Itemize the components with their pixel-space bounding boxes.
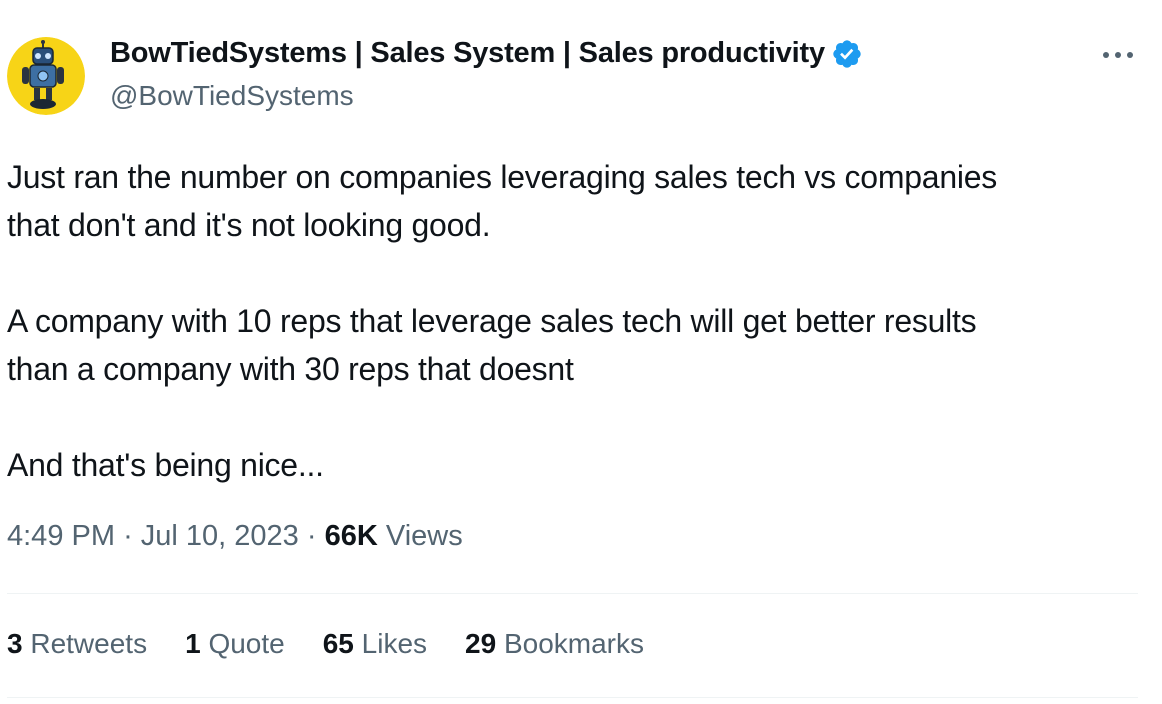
bookmarks-count: 29	[465, 628, 497, 659]
tweet-text-line: A company with 10 reps that leverage sal…	[7, 303, 977, 339]
tweet-text-line: than a company with 30 reps that doesnt	[7, 351, 574, 387]
verified-badge-icon[interactable]	[831, 38, 863, 70]
tweet-text: Just ran the number on companies leverag…	[7, 153, 1147, 489]
divider	[7, 697, 1138, 698]
views-count: 66K	[324, 520, 378, 552]
bookmarks-label: Bookmarks	[503, 628, 645, 659]
author-name[interactable]: BowTiedSystems | Sales System | Sales pr…	[110, 37, 825, 70]
likes-count: 65	[322, 628, 354, 659]
likes-stat[interactable]: 65 Likes	[323, 628, 427, 660]
more-horizontal-icon	[1103, 52, 1133, 58]
tweet-time[interactable]: 4:49 PM	[7, 520, 115, 552]
retweets-label: Retweets	[30, 628, 148, 659]
tweet-text-line: And that's being nice...	[7, 447, 324, 483]
robot-avatar-icon	[7, 37, 85, 115]
quotes-label: Quote	[208, 628, 285, 659]
tweet-meta: 4:49 PM · Jul 10, 2023 · 66K Views	[7, 520, 463, 553]
meta-separator: ·	[306, 520, 317, 552]
divider	[7, 593, 1138, 594]
quotes-count: 1	[185, 628, 201, 659]
tweet-text-line: that don't and it's not looking good.	[7, 207, 491, 243]
likes-label: Likes	[361, 628, 428, 659]
author-avatar[interactable]	[7, 37, 85, 115]
engagement-stats: 3 Retweets 1 Quote 65 Likes 29 Bookmarks	[7, 628, 682, 660]
tweet-card: BowTiedSystems | Sales System | Sales pr…	[0, 0, 1162, 704]
meta-separator: ·	[123, 520, 133, 552]
retweets-stat[interactable]: 3 Retweets	[7, 628, 147, 660]
bookmarks-stat[interactable]: 29 Bookmarks	[465, 628, 644, 660]
tweet-text-line: Just ran the number on companies leverag…	[7, 159, 998, 195]
author-name-row[interactable]: BowTiedSystems | Sales System | Sales pr…	[110, 37, 863, 70]
retweets-count: 3	[7, 628, 23, 659]
tweet-date[interactable]: Jul 10, 2023	[141, 520, 299, 552]
author-handle[interactable]: @BowTiedSystems	[110, 80, 354, 112]
views-label: Views	[385, 520, 463, 552]
more-options-button[interactable]	[1098, 40, 1138, 70]
quotes-stat[interactable]: 1 Quote	[185, 628, 285, 660]
